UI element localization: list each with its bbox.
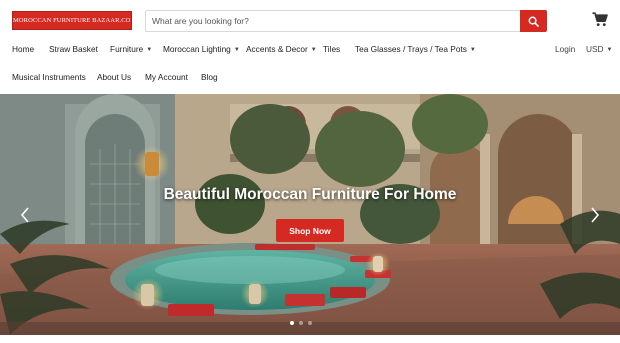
nav-straw-basket-label: Straw Basket bbox=[49, 44, 98, 54]
nav-moroccan-lighting[interactable]: Moroccan Lighting ▼ bbox=[163, 44, 240, 54]
chevron-left-icon bbox=[20, 207, 29, 223]
chevron-right-icon bbox=[591, 207, 600, 223]
hero-image bbox=[0, 94, 620, 335]
nav-tiles[interactable]: Tiles bbox=[323, 44, 340, 54]
cart-button[interactable] bbox=[592, 12, 610, 28]
slide-dots bbox=[285, 321, 335, 327]
search-input[interactable] bbox=[152, 13, 512, 29]
main-nav: Home Straw Basket Furniture ▼ Moroccan Li… bbox=[0, 41, 620, 59]
nav-about-us[interactable]: About Us bbox=[97, 72, 131, 82]
slide-prev-button[interactable] bbox=[18, 206, 32, 224]
nav-straw-basket[interactable]: Straw Basket bbox=[49, 44, 98, 54]
hero-title: Beautiful Moroccan Furniture For Home bbox=[163, 186, 457, 203]
nav-home-label: Home bbox=[12, 44, 35, 54]
nav-musical-instruments[interactable]: Musical Instruments bbox=[12, 72, 86, 82]
nav-blog[interactable]: Blog bbox=[201, 72, 218, 82]
secondary-nav: Musical Instruments About Us My Account … bbox=[0, 69, 620, 87]
login-link[interactable]: Login bbox=[555, 44, 575, 54]
slide-dot-3[interactable] bbox=[308, 321, 312, 325]
nav-furniture[interactable]: Furniture ▼ bbox=[110, 44, 152, 54]
nav-furniture-label: Furniture bbox=[110, 44, 144, 54]
nav-moroccan-lighting-label: Moroccan Lighting bbox=[163, 44, 231, 54]
chevron-down-icon: ▼ bbox=[606, 47, 613, 53]
nav-tea-glasses[interactable]: Tea Glasses / Trays / Tea Pots ▼ bbox=[355, 44, 476, 54]
hero-slideshow: Beautiful Moroccan Furniture For Home Sh… bbox=[0, 94, 620, 335]
site-header: MOROCCAN FURNITURE BAZAAR.COM bbox=[0, 0, 620, 40]
slide-next-button[interactable] bbox=[588, 206, 602, 224]
search-button[interactable] bbox=[520, 10, 547, 32]
nav-tea-glasses-label: Tea Glasses / Trays / Tea Pots bbox=[355, 44, 467, 54]
page-strip bbox=[0, 335, 620, 343]
chevron-down-icon: ▼ bbox=[469, 47, 476, 53]
cart-icon bbox=[592, 12, 608, 26]
search-icon bbox=[528, 16, 539, 27]
chevron-down-icon: ▼ bbox=[310, 47, 317, 53]
nav-accents-decor[interactable]: Accents & Decor ▼ bbox=[246, 44, 317, 54]
currency-value: USD bbox=[586, 44, 604, 54]
chevron-down-icon: ▼ bbox=[146, 47, 153, 53]
nav-home[interactable]: Home bbox=[12, 44, 34, 54]
site-logo[interactable]: MOROCCAN FURNITURE BAZAAR.COM bbox=[12, 11, 132, 30]
currency-selector[interactable]: USD ▼ bbox=[586, 44, 612, 54]
slide-dot-1[interactable] bbox=[290, 321, 294, 325]
slide-dot-2[interactable] bbox=[299, 321, 303, 325]
chevron-down-icon: ▼ bbox=[233, 47, 240, 53]
nav-my-account[interactable]: My Account bbox=[145, 72, 188, 82]
nav-accents-decor-label: Accents & Decor bbox=[246, 44, 308, 54]
search-bar bbox=[145, 10, 547, 32]
nav-tiles-label: Tiles bbox=[323, 44, 341, 54]
shop-now-button[interactable]: Shop Now bbox=[276, 219, 344, 242]
